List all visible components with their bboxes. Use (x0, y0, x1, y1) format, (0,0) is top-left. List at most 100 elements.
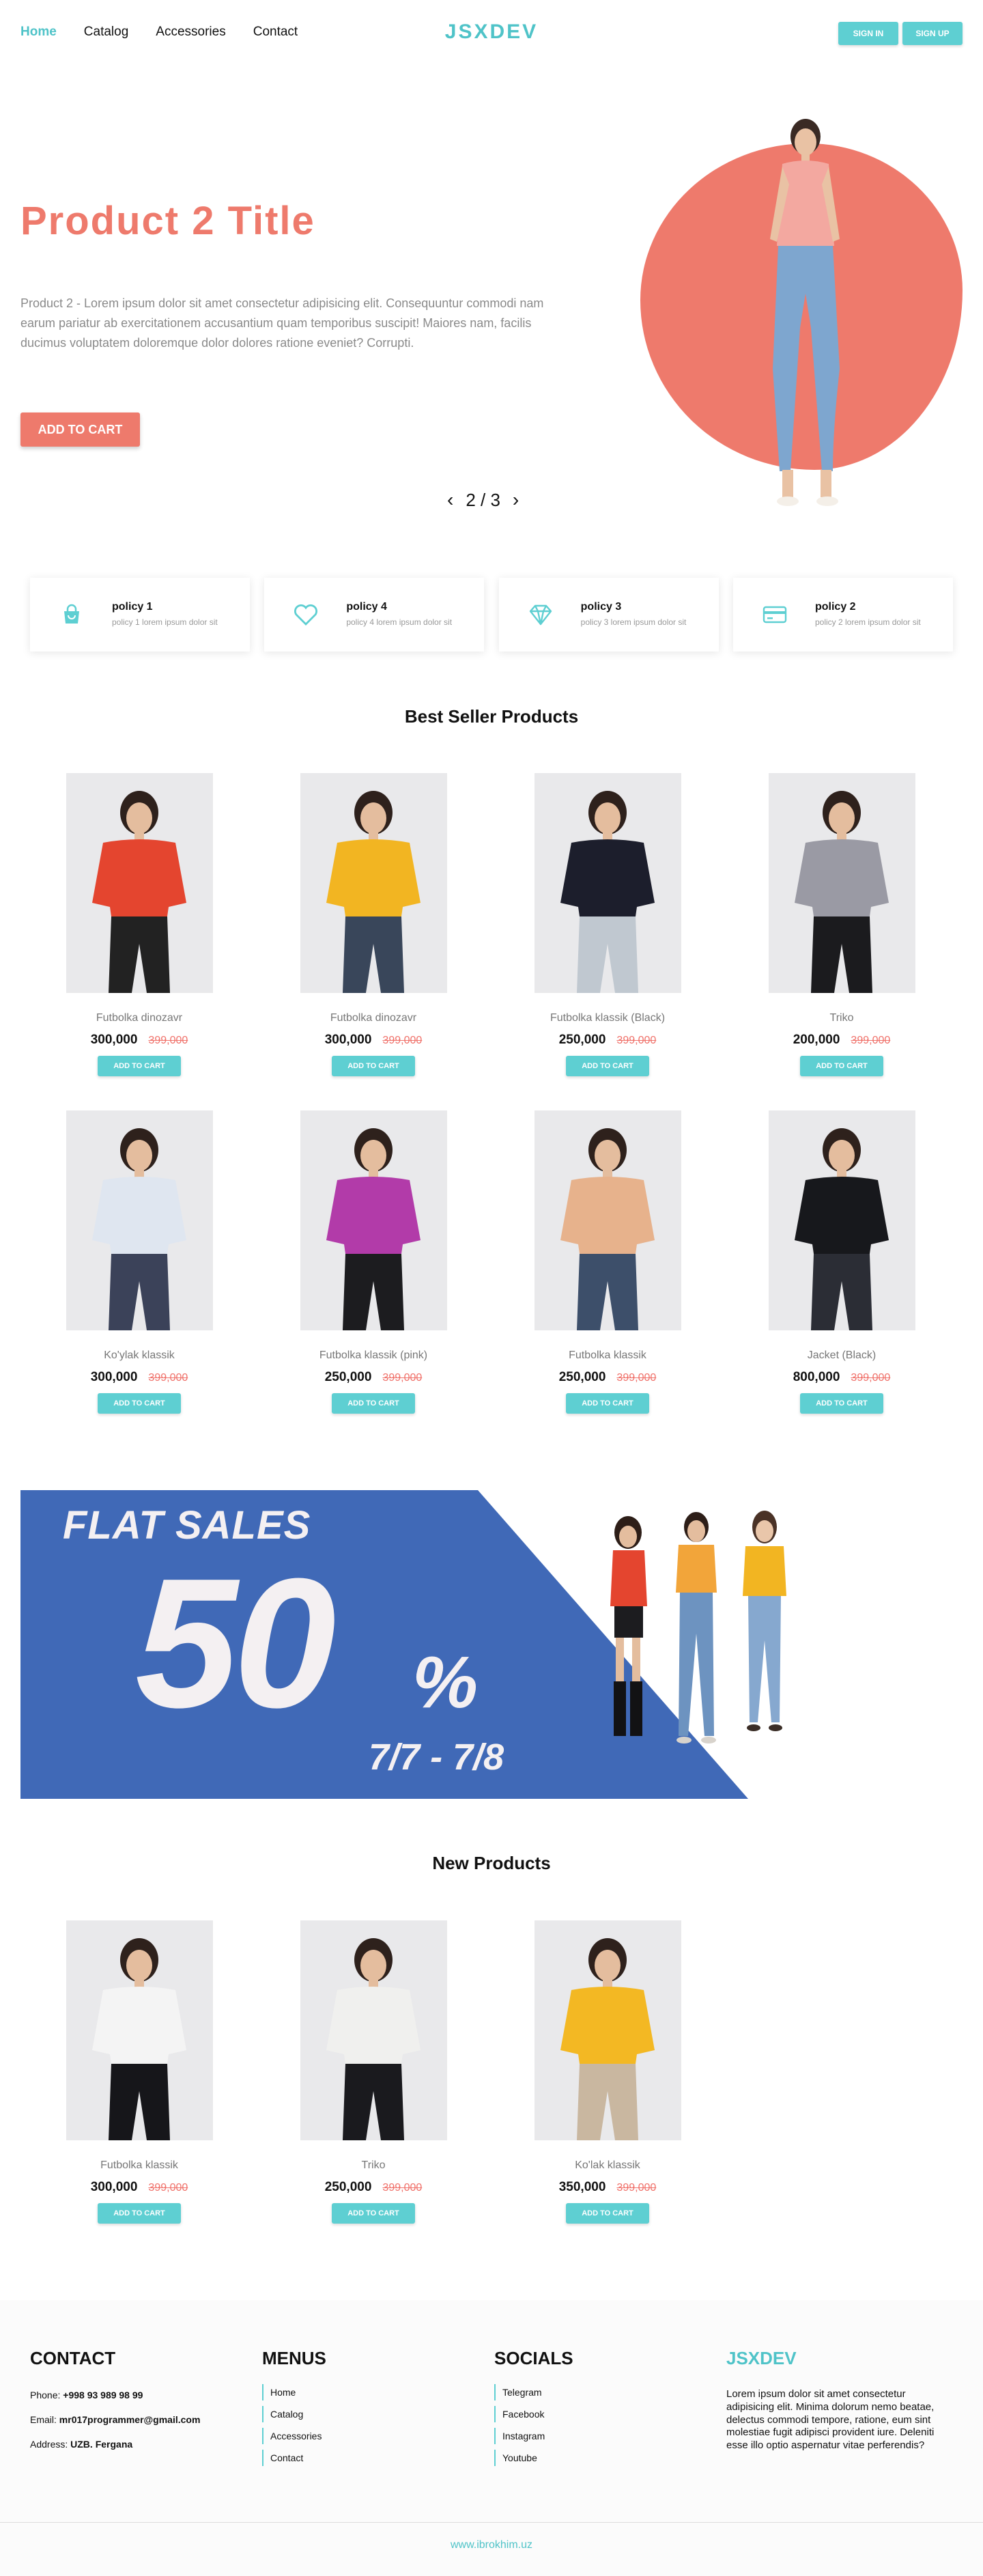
footer-social-instagram[interactable]: Instagram (494, 2428, 573, 2444)
add-to-cart-button[interactable]: ADD TO CART (332, 1393, 415, 1414)
product-image[interactable] (534, 1110, 681, 1330)
policy-title: policy 1 (112, 601, 153, 613)
product-prices: 300,000 399,000 (37, 1370, 242, 1385)
product-image[interactable] (534, 1920, 681, 2140)
product-name[interactable]: Futbolka klassik (pink) (271, 1349, 476, 1362)
product-photo-figure (534, 1920, 681, 2140)
product-card[interactable]: Ko'lak klassik 350,000 399,000 ADD TO CART (505, 1920, 710, 2224)
footer-social-facebook[interactable]: Facebook (494, 2406, 573, 2422)
product-name[interactable]: Ko'lak klassik (505, 2159, 710, 2172)
sign-in-button[interactable]: SIGN IN (838, 22, 898, 45)
product-old-price: 399,000 (148, 1035, 188, 1046)
product-card[interactable]: Ko'ylak klassik 300,000 399,000 ADD TO CART (37, 1110, 242, 1414)
best-seller-title: Best Seller Products (404, 706, 579, 727)
chevron-right-icon[interactable]: › (513, 489, 519, 511)
chevron-left-icon[interactable]: ‹ (447, 489, 453, 511)
product-name[interactable]: Triko (271, 2159, 476, 2172)
credit-card-icon (760, 600, 789, 629)
product-photo-figure (66, 1920, 213, 2140)
footer-menu-home[interactable]: Home (262, 2384, 326, 2400)
product-photo-figure (768, 773, 915, 993)
product-image[interactable] (66, 1110, 213, 1330)
product-image[interactable] (66, 1920, 213, 2140)
hero-add-to-cart-button[interactable]: ADD TO CART (20, 412, 140, 447)
logo[interactable]: JSXDEV (0, 20, 983, 44)
footer-divider (0, 2522, 983, 2523)
product-name[interactable]: Triko (739, 1012, 944, 1024)
footer-menu-contact[interactable]: Contact (262, 2450, 326, 2466)
product-prices: 250,000 399,000 (271, 1370, 476, 1385)
product-name[interactable]: Futbolka klassik (37, 2159, 242, 2172)
add-to-cart-button[interactable]: ADD TO CART (98, 2203, 181, 2224)
product-price: 250,000 (324, 1370, 372, 1384)
add-to-cart-button[interactable]: ADD TO CART (332, 2203, 415, 2224)
product-price: 350,000 (558, 2180, 606, 2194)
footer-social-telegram[interactable]: Telegram (494, 2384, 573, 2400)
product-card[interactable]: Futbolka dinozavr 300,000 399,000 ADD TO CA… (271, 773, 476, 1076)
product-prices: 250,000 399,000 (505, 1033, 710, 1048)
product-photo-figure (300, 1110, 447, 1330)
footer-menu-catalog[interactable]: Catalog (262, 2406, 326, 2422)
flat-sales-banner[interactable]: FLAT SALES 50 % 7/7 - 7/8 (20, 1490, 840, 1799)
policy-title: policy 4 (346, 601, 387, 613)
footer-menu-accessories[interactable]: Accessories (262, 2428, 326, 2444)
new-products-grid: Futbolka klassik 300,000 399,000 ADD TO CAR… (0, 1920, 983, 2235)
add-to-cart-button[interactable]: ADD TO CART (332, 1056, 415, 1076)
product-name[interactable]: Futbolka dinozavr (271, 1012, 476, 1024)
footer-phone: Phone: +998 93 989 98 99 (30, 2390, 200, 2400)
footer-address: Address: UZB. Fergana (30, 2439, 200, 2450)
product-image[interactable] (300, 1110, 447, 1330)
add-to-cart-button[interactable]: ADD TO CART (566, 2203, 649, 2224)
email-value[interactable]: mr017programmer@gmail.com (59, 2414, 201, 2425)
product-price: 200,000 (793, 1033, 840, 1047)
product-card[interactable]: Futbolka klassik (Black) 250,000 399,000 AD… (505, 773, 710, 1076)
banner-dates: 7/7 - 7/8 (369, 1737, 504, 1778)
phone-value[interactable]: +998 93 989 98 99 (63, 2390, 143, 2400)
auth-buttons: SIGN IN SIGN UP (838, 22, 963, 45)
product-image[interactable] (768, 1110, 915, 1330)
hero-model-image (770, 119, 840, 506)
banner-percent-sign: % (412, 1640, 479, 1723)
product-price: 800,000 (793, 1370, 840, 1384)
add-to-cart-button[interactable]: ADD TO CART (98, 1393, 181, 1414)
product-prices: 300,000 399,000 (271, 1033, 476, 1048)
policy-card: policy 3 policy 3 lorem ipsum dolor sit (498, 578, 719, 652)
add-to-cart-button[interactable]: ADD TO CART (800, 1056, 883, 1076)
add-to-cart-button[interactable]: ADD TO CART (800, 1393, 883, 1414)
product-name[interactable]: Futbolka klassik (505, 1349, 710, 1362)
product-name[interactable]: Futbolka klassik (Black) (505, 1012, 710, 1024)
product-price: 300,000 (90, 1370, 138, 1384)
product-image[interactable] (300, 1920, 447, 2140)
add-to-cart-button[interactable]: ADD TO CART (566, 1393, 649, 1414)
footer-credit-link[interactable]: www.ibrokhim.uz (0, 2539, 983, 2551)
address-value: UZB. Fergana (70, 2439, 133, 2450)
product-card[interactable]: Futbolka klassik 300,000 399,000 ADD TO CAR… (37, 1920, 242, 2224)
product-name[interactable]: Futbolka dinozavr (37, 1012, 242, 1024)
product-name[interactable]: Jacket (Black) (739, 1349, 944, 1362)
product-card[interactable]: Jacket (Black) 800,000 399,000 ADD TO CART (739, 1110, 944, 1414)
product-card[interactable]: Futbolka dinozavr 300,000 399,000 ADD TO CA… (37, 773, 242, 1076)
banner-model-yellow-2 (743, 1511, 786, 1731)
product-photo-figure (534, 773, 681, 993)
product-price: 300,000 (90, 2180, 138, 2194)
sign-up-button[interactable]: SIGN UP (902, 22, 963, 45)
product-image[interactable] (768, 773, 915, 993)
product-image[interactable] (66, 773, 213, 993)
hero-title: Product 2 Title (20, 199, 315, 243)
product-image[interactable] (534, 773, 681, 993)
product-prices: 300,000 399,000 (37, 1033, 242, 1048)
product-card[interactable]: Futbolka klassik 250,000 399,000 ADD TO CAR… (505, 1110, 710, 1414)
product-image[interactable] (300, 773, 447, 993)
product-prices: 300,000 399,000 (37, 2180, 242, 2195)
product-name[interactable]: Ko'ylak klassik (37, 1349, 242, 1362)
footer-menus: MENUS Home Catalog Accessories Contact (262, 2348, 326, 2472)
product-card[interactable]: Futbolka klassik (pink) 250,000 399,000 ADD… (271, 1110, 476, 1414)
policy-subtitle: policy 3 lorem ipsum dolor sit (580, 617, 687, 628)
add-to-cart-button[interactable]: ADD TO CART (98, 1056, 181, 1076)
product-card[interactable]: Triko 250,000 399,000 ADD TO CART (271, 1920, 476, 2224)
footer-social-youtube[interactable]: Youtube (494, 2450, 573, 2466)
add-to-cart-button[interactable]: ADD TO CART (566, 1056, 649, 1076)
product-card[interactable]: Triko 200,000 399,000 ADD TO CART (739, 773, 944, 1076)
hero-page-indicator: 2 / 3 (466, 489, 500, 510)
product-old-price: 399,000 (851, 1035, 891, 1046)
